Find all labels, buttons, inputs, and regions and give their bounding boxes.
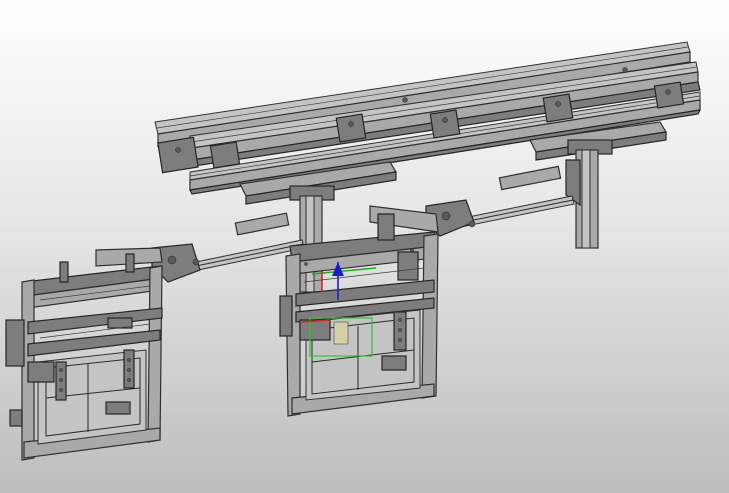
cad-3d-viewport[interactable] (0, 0, 729, 493)
linkage-arm-right[interactable] (425, 165, 575, 237)
linkage-arm-left[interactable] (151, 212, 305, 283)
overhead-rail-assembly[interactable] (154, 41, 702, 205)
gizmo-origin-plate (333, 321, 349, 345)
tooling-frame-left[interactable] (5, 247, 163, 461)
support-post-right[interactable] (565, 139, 613, 249)
assembly-model[interactable] (0, 0, 729, 493)
